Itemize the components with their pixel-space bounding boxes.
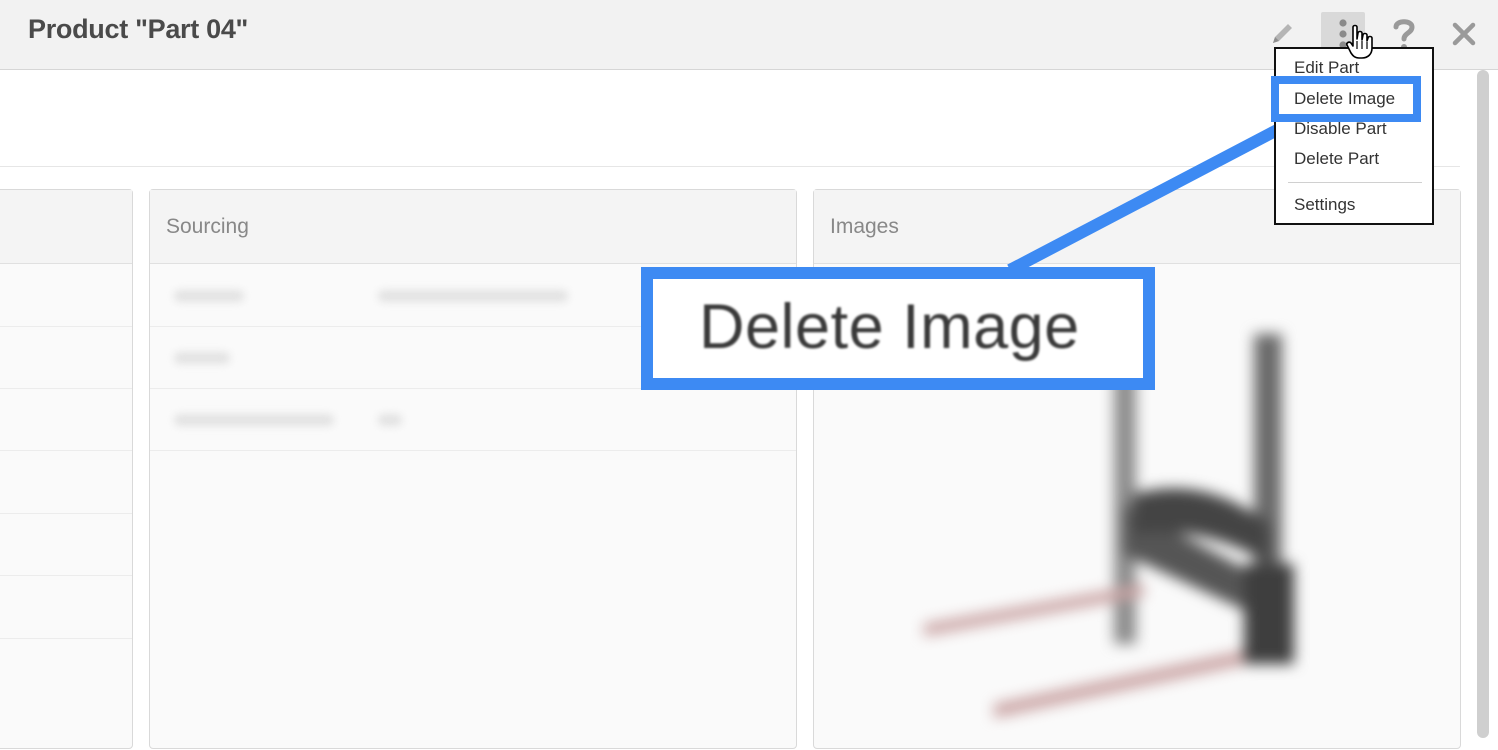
panel-header: Sourcing <box>150 190 796 264</box>
hand-cursor-icon <box>1346 24 1373 59</box>
menu-divider <box>1288 182 1422 183</box>
callout-label: Delete Image <box>699 292 1080 362</box>
row-divider <box>0 513 132 514</box>
details-panel <box>0 189 133 749</box>
close-button[interactable] <box>1444 14 1484 54</box>
row-divider <box>0 450 132 451</box>
blurred-field-label <box>174 414 334 426</box>
more-options-menu: Edit Part Delete Image Disable Part Dele… <box>1274 47 1434 225</box>
blurred-field-label <box>174 290 244 302</box>
menu-item-highlight <box>1271 76 1421 122</box>
row-divider <box>0 388 132 389</box>
pencil-icon <box>1273 24 1292 43</box>
page-title: Product "Part 04" <box>28 14 249 44</box>
scrollbar[interactable] <box>1477 70 1489 738</box>
panel-title: Images <box>830 215 899 238</box>
row-divider <box>0 326 132 327</box>
row-divider <box>0 575 132 576</box>
row-divider <box>150 450 796 451</box>
row-divider <box>0 638 132 639</box>
blurred-field-label <box>174 352 230 364</box>
help-icon <box>1393 19 1415 50</box>
menu-item-edit-part[interactable]: Edit Part <box>1294 58 1359 78</box>
panel-header <box>0 190 132 264</box>
close-icon <box>1452 22 1476 46</box>
zoom-callout: Delete Image <box>641 267 1155 390</box>
toolbar-divider <box>0 166 1460 167</box>
menu-item-disable-part[interactable]: Disable Part <box>1294 119 1387 139</box>
blurred-field-value <box>378 414 402 426</box>
menu-item-delete-part[interactable]: Delete Part <box>1294 149 1379 169</box>
menu-item-settings[interactable]: Settings <box>1294 195 1355 215</box>
panel-title: Sourcing <box>166 215 249 238</box>
blurred-field-value <box>378 290 568 302</box>
